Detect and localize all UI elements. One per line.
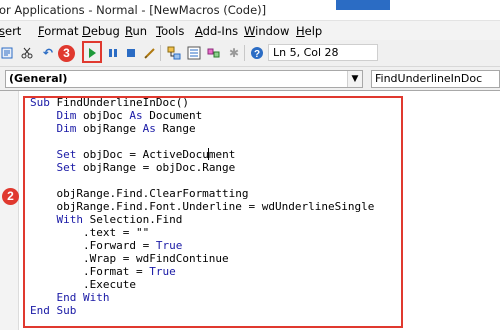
design-mode-icon[interactable] <box>142 45 158 61</box>
code-text: FindUnderlineInDoc() <box>56 96 189 109</box>
run-step-badge: 3 <box>58 45 75 62</box>
toolbox-icon[interactable]: ✱ <box>226 45 242 61</box>
code-line[interactable]: .Forward = True <box>30 239 182 252</box>
menu-help[interactable]: Help <box>296 24 322 38</box>
project-explorer-icon[interactable] <box>166 45 182 61</box>
code-keyword: True <box>155 239 183 252</box>
code-text: Selection.Find <box>89 213 183 226</box>
code-text: .Format = <box>30 265 150 278</box>
chevron-down-icon[interactable]: ▼ <box>347 71 362 87</box>
code-line[interactable]: Dim objRange As Range <box>30 122 196 135</box>
code-keyword: Dim <box>30 109 83 122</box>
code-line[interactable]: .Execute <box>30 278 136 291</box>
code-text: objRange <box>82 122 143 135</box>
editor-gutter <box>0 91 19 330</box>
code-text: .Forward = <box>30 239 156 252</box>
window-title: or Applications - Normal - [NewMacros (C… <box>0 3 267 17</box>
break-icon[interactable] <box>105 45 121 61</box>
code-keyword: Dim <box>30 122 83 135</box>
code-text: ment <box>208 148 236 161</box>
code-line[interactable]: objRange.Find.Font.Underline = wdUnderli… <box>30 200 374 213</box>
cursor-position-display: Ln 5, Col 28 <box>268 44 378 61</box>
code-keyword: Sub <box>30 96 57 109</box>
code-text: objDoc = ActiveDocu <box>82 148 209 161</box>
standard-toolbar: ↶ 3 ✱ ? Ln 5, Col 28 <box>0 40 500 67</box>
window-titlebar: or Applications - Normal - [NewMacros (C… <box>0 0 500 21</box>
code-line[interactable]: End With <box>30 291 109 304</box>
code-step-badge: 2 <box>2 188 19 205</box>
menu-run[interactable]: Run <box>125 24 147 38</box>
menu-tools[interactable]: Tools <box>156 24 184 38</box>
code-line[interactable]: .Wrap = wdFindContinue <box>30 252 229 265</box>
object-dropdown-value: (General) <box>9 72 68 85</box>
code-line[interactable]: With Selection.Find <box>30 213 182 226</box>
help-icon[interactable]: ? <box>249 45 265 61</box>
code-line[interactable]: Sub FindUnderlineInDoc() <box>30 96 189 109</box>
code-keyword: As <box>142 122 163 135</box>
code-text: objRange.Find.Font.Underline = wdUnderli… <box>30 200 375 213</box>
title-accent-bar <box>336 0 390 10</box>
object-browser-icon[interactable] <box>206 45 222 61</box>
code-editor[interactable]: 2 Sub FindUnderlineInDoc() Dim objDoc As… <box>0 90 500 330</box>
code-text: objRange = objDoc.Range <box>82 161 236 174</box>
code-line[interactable]: Set objRange = objDoc.Range <box>30 161 235 174</box>
code-text: objDoc <box>82 109 130 122</box>
menu-debug[interactable]: Debug <box>82 24 120 38</box>
code-keyword: Set <box>30 148 83 161</box>
code-line[interactable]: .Format = True <box>30 265 176 278</box>
insert-module-icon[interactable] <box>0 45 16 61</box>
cut-icon[interactable] <box>19 45 35 61</box>
code-window-dropdowns: (General) ▼ FindUnderlineInDoc <box>0 70 500 88</box>
toolbar-separator <box>244 45 245 61</box>
properties-icon[interactable] <box>186 45 202 61</box>
menu-add-ins[interactable]: Add-Ins <box>195 24 238 38</box>
code-line[interactable]: .text = "" <box>30 226 149 239</box>
code-text: Range <box>162 122 196 135</box>
menu-window[interactable]: Window <box>244 24 289 38</box>
procedure-dropdown[interactable]: FindUnderlineInDoc <box>371 70 500 88</box>
code-keyword: End With <box>30 291 110 304</box>
object-dropdown[interactable]: (General) ▼ <box>5 70 363 88</box>
code-line[interactable]: objRange.Find.ClearFormatting <box>30 187 249 200</box>
code-keyword: With <box>30 213 90 226</box>
code-text: objRange.Find.ClearFormatting <box>30 187 249 200</box>
code-text: .Wrap = wdFindContinue <box>30 252 229 265</box>
toolbar-separator <box>160 45 161 61</box>
code-text: Document <box>149 109 203 122</box>
menu-insert[interactable]: sert <box>0 24 21 38</box>
svg-text:?: ? <box>254 49 260 60</box>
code-line[interactable]: Set objDoc = ActiveDocument <box>30 148 235 161</box>
run-icon[interactable] <box>84 45 100 61</box>
undo-icon[interactable]: ↶ <box>40 45 56 61</box>
procedure-dropdown-value: FindUnderlineInDoc <box>375 72 483 85</box>
code-keyword: Set <box>30 161 83 174</box>
code-keyword: True <box>149 265 176 278</box>
code-line[interactable]: Dim objDoc As Document <box>30 109 202 122</box>
code-line[interactable]: End Sub <box>30 304 76 317</box>
code-text: .text = "" <box>30 226 150 239</box>
code-text: .Execute <box>30 278 136 291</box>
code-keyword: As <box>129 109 150 122</box>
menu-bar: sert Format Debug Run Tools Add-Ins Wind… <box>0 21 500 40</box>
code-keyword: End Sub <box>30 304 77 317</box>
menu-format[interactable]: Format <box>38 24 79 38</box>
reset-icon[interactable] <box>123 45 139 61</box>
